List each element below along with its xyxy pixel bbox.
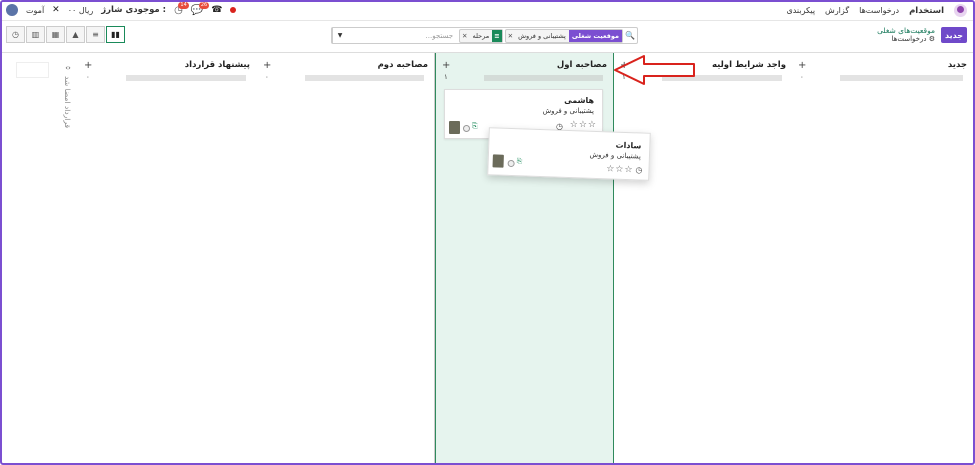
attachment-icon: ⎘ <box>472 122 478 130</box>
calendar-view-icon[interactable]: ▦ <box>46 26 65 43</box>
balance-label: موجودی شارژ : <box>101 5 167 15</box>
applicant-job: پشتیبانی و فروش <box>542 107 594 115</box>
search-input[interactable]: جستجو... <box>347 32 457 40</box>
progress-bar <box>126 75 246 81</box>
kanban-column-contract-proposal: پیشنهاد قرارداد + ۰ <box>78 53 256 463</box>
dragged-applicant-card[interactable]: سادات پشتیبانی و فروش ☆ ☆ ☆ ◷ ⎘ <box>487 127 651 181</box>
quick-create-icon[interactable]: + <box>84 60 92 71</box>
kanban-column-second-interview: مصاحبه دوم + ۰ <box>257 53 435 463</box>
graph-view-icon[interactable]: ▲ <box>66 26 85 43</box>
column-count: ۰ <box>86 73 90 81</box>
clock-icon[interactable]: ◷ <box>556 122 563 131</box>
star-icon[interactable]: ☆ <box>615 165 623 175</box>
pivot-view-icon[interactable]: ▥ <box>26 26 45 43</box>
breadcrumb-current: درخواست‌ها ⚙ <box>891 35 935 43</box>
column-header: پیشنهاد قرارداد + <box>84 59 250 71</box>
search-bar[interactable]: 🔍 موقعیت شغلی پشتیبانی و فروش ✕ ≡ مرحله … <box>331 27 638 44</box>
column-count: ۱ <box>444 73 448 81</box>
phone-icon[interactable]: ☎ <box>211 5 222 15</box>
column-count: ۰ <box>800 73 804 81</box>
app-window: استخدام درخواست‌ها گزارش پیکربندی آموت ✕… <box>0 0 975 465</box>
column-title[interactable]: مصاحبه اول <box>557 60 607 70</box>
applicant-job: پشتیبانی و فروش <box>589 150 642 161</box>
column-title[interactable]: پیشنهاد قرارداد <box>185 60 250 70</box>
activity-badge: 14 <box>178 1 189 9</box>
quick-create-icon[interactable]: + <box>263 60 271 71</box>
status-dot-icon[interactable] <box>230 7 237 13</box>
control-panel: جدید موقعیت‌های شغلی درخواست‌ها ⚙ 🔍 موقع… <box>2 21 973 53</box>
currency-dropdown[interactable]: ۰۰ ریال <box>68 6 93 15</box>
menu-applications[interactable]: درخواست‌ها <box>859 6 899 15</box>
kanban-column-qualified: واجد شرایط اولیه + ۱ <box>613 53 792 463</box>
facet-value: مرحله <box>472 31 490 40</box>
breadcrumb: موقعیت‌های شغلی درخواست‌ها ⚙ <box>877 26 935 43</box>
tools-icon[interactable]: ✕ <box>52 5 60 15</box>
star-icon[interactable]: ☆ <box>570 120 578 130</box>
clock-icon[interactable]: ◷ <box>635 165 642 175</box>
chat-badge: 26 <box>198 1 210 9</box>
top-navbar: استخدام درخواست‌ها گزارش پیکربندی آموت ✕… <box>2 2 973 21</box>
recruitment-app-icon[interactable] <box>954 4 967 17</box>
expand-arrows-icon[interactable]: ‹› <box>60 64 76 72</box>
search-icon[interactable]: 🔍 <box>623 31 637 40</box>
priority-stars[interactable]: ☆ ☆ ☆ ◷ <box>606 164 643 175</box>
company-name[interactable]: آموت <box>26 6 44 15</box>
column-header: جدید + <box>798 59 967 71</box>
new-button[interactable]: جدید <box>941 27 967 43</box>
star-icon[interactable]: ☆ <box>606 164 614 174</box>
folded-blank-card <box>16 62 49 78</box>
facet-type: موقعیت شغلی <box>568 29 622 42</box>
menu-reporting[interactable]: گزارش <box>825 6 849 15</box>
search-options-dropdown[interactable]: ▼ <box>332 28 347 43</box>
quick-create-icon[interactable]: + <box>442 60 450 71</box>
quick-create-icon[interactable]: + <box>798 60 806 71</box>
app-title[interactable]: استخدام <box>909 6 944 16</box>
list-view-icon[interactable]: ≡ <box>86 26 105 43</box>
breadcrumb-job-positions[interactable]: موقعیت‌های شغلی <box>877 26 935 35</box>
star-icon[interactable]: ☆ <box>579 120 587 130</box>
layers-icon: ≡ <box>492 29 502 42</box>
applicant-name: سادات <box>615 140 642 151</box>
applicant-name: هاشمی <box>564 96 594 105</box>
progress-bar <box>305 75 424 81</box>
star-icon[interactable]: ☆ <box>624 165 632 175</box>
kanban-state-icon[interactable] <box>463 125 470 132</box>
facet-stage: ≡ مرحله ✕ <box>459 28 503 43</box>
column-count: ۰ <box>265 73 269 81</box>
applicant-avatar <box>449 121 460 134</box>
annotation-arrow-icon <box>614 55 695 85</box>
menu-configuration[interactable]: پیکربندی <box>786 6 815 15</box>
navbar-systray: آموت ✕ ۰۰ ریال موجودی شارژ : ◷ 14 💬 26 ☎ <box>6 2 237 16</box>
kanban-column-folded[interactable]: ‹› قرارداد امضا شد <box>60 64 76 144</box>
progress-bar <box>840 75 963 81</box>
activity-view-icon[interactable]: ◷ <box>6 26 25 43</box>
applicant-avatar <box>492 154 504 168</box>
chat-icon[interactable]: 💬 26 <box>191 2 210 16</box>
activity-icon[interactable]: ◷ 14 <box>174 2 189 16</box>
attachment-icon: ⎘ <box>516 157 523 166</box>
column-title[interactable]: مصاحبه دوم <box>378 60 428 70</box>
kanban-view-icon[interactable]: ▮▮ <box>106 26 125 43</box>
kanban-column-new: جدید + ۰ <box>792 53 973 463</box>
priority-stars[interactable]: ☆ ☆ ☆ <box>570 120 596 130</box>
kanban-column-first-interview: مصاحبه اول + ۱ هاشمی پشتیبانی و فروش ☆ ☆ ☆… <box>435 53 614 463</box>
column-header: مصاحبه اول + <box>442 59 607 71</box>
facet-job-position: موقعیت شغلی پشتیبانی و فروش ✕ <box>504 28 623 43</box>
kanban-state-icon[interactable] <box>507 159 515 168</box>
user-avatar[interactable] <box>6 4 18 16</box>
folded-column-title: قرارداد امضا شد <box>63 76 72 129</box>
star-icon[interactable]: ☆ <box>588 120 596 130</box>
column-title[interactable]: جدید <box>948 60 967 70</box>
facet-value: پشتیبانی و فروش <box>518 31 566 40</box>
column-title[interactable]: واجد شرایط اولیه <box>712 60 786 70</box>
gear-icon[interactable]: ⚙ <box>929 35 935 43</box>
facet-remove-icon[interactable]: ✕ <box>460 32 469 40</box>
progress-bar <box>484 75 603 81</box>
view-switcher: ◷ ▥ ▦ ▲ ≡ ▮▮ <box>6 26 125 43</box>
facet-remove-icon[interactable]: ✕ <box>506 32 515 40</box>
navbar-menu: استخدام درخواست‌ها گزارش پیکربندی <box>786 4 967 17</box>
column-header: مصاحبه دوم + <box>263 59 428 71</box>
